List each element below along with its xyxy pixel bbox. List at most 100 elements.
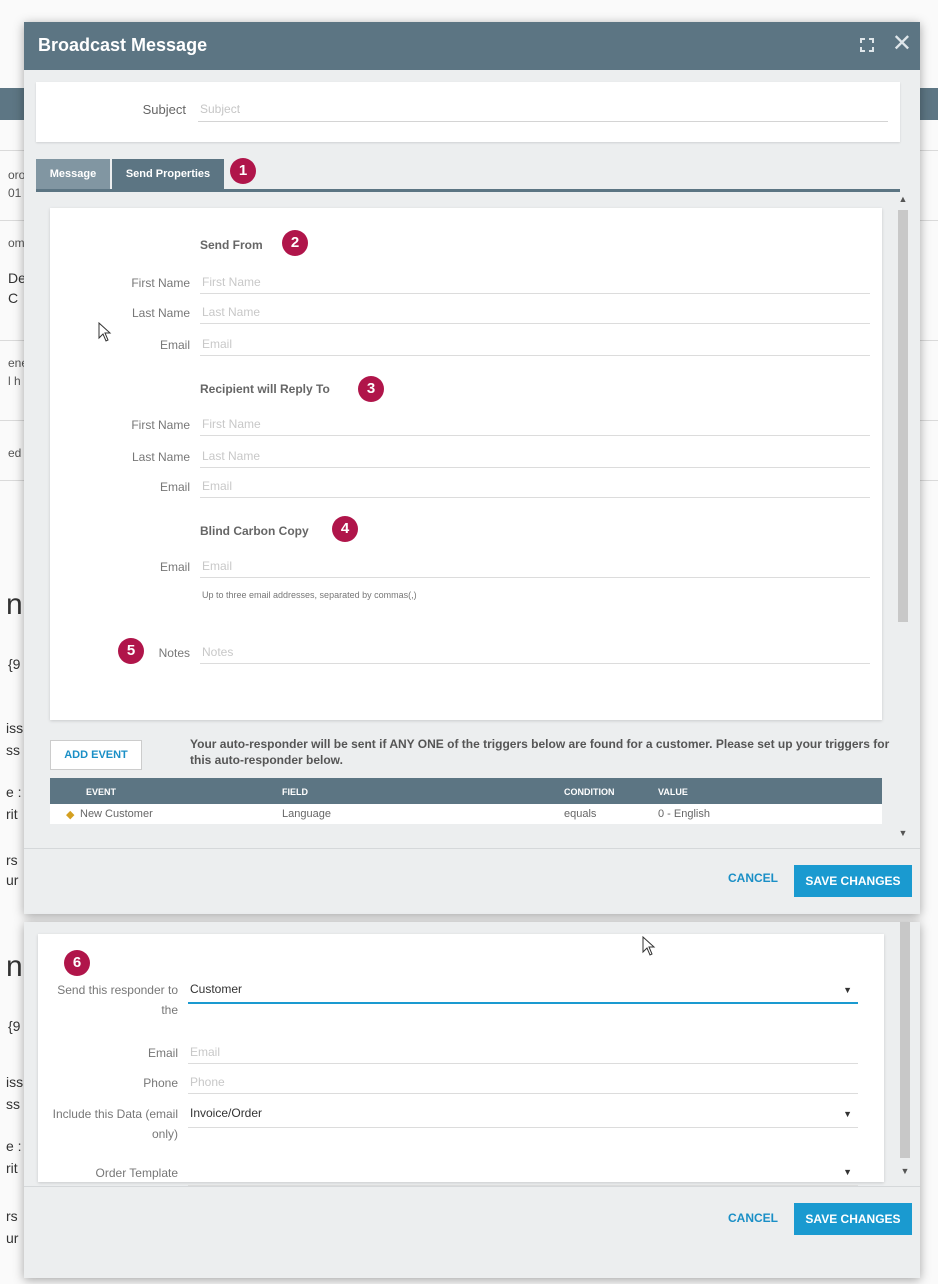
background-text: e : bbox=[6, 1138, 22, 1154]
callout-badge-6: 6 bbox=[64, 950, 90, 976]
subject-input[interactable] bbox=[198, 96, 888, 122]
send-from-last-name-input[interactable] bbox=[200, 300, 870, 324]
subject-card: Subject bbox=[36, 82, 900, 142]
table-cell: Language bbox=[282, 808, 331, 820]
table-row[interactable]: ◆ New Customer Language equals 0 - Engli… bbox=[50, 804, 882, 824]
tab-send-properties[interactable]: Send Properties bbox=[112, 159, 224, 189]
expand-icon[interactable] bbox=[860, 38, 874, 52]
scroll-up-icon[interactable]: ▲ bbox=[896, 194, 910, 208]
subject-label: Subject bbox=[142, 102, 186, 117]
reply-to-first-name-label: First Name bbox=[131, 418, 190, 432]
order-template-label: Order Template bbox=[95, 1166, 178, 1180]
warning-icon: ◆ bbox=[66, 809, 75, 821]
reply-to-email-label: Email bbox=[159, 480, 190, 494]
scroll-clip bbox=[50, 834, 882, 844]
responder-footer: CANCEL SAVE CHANGES bbox=[24, 1186, 920, 1278]
column-header-event: EVENT bbox=[86, 787, 117, 797]
close-icon[interactable]: ✕ bbox=[892, 32, 912, 56]
save-changes-button[interactable]: SAVE CHANGES bbox=[794, 865, 912, 897]
scroll-thumb[interactable] bbox=[898, 210, 908, 622]
background-text: ur bbox=[6, 872, 19, 888]
background-text: ss bbox=[6, 742, 20, 758]
scrollbar[interactable]: ▲ ▼ bbox=[896, 192, 910, 844]
cancel-button[interactable]: CANCEL bbox=[728, 871, 778, 885]
send-from-last-name-label: Last Name bbox=[131, 306, 190, 320]
responder-form: 6 Send this responder to the Customer ▼ … bbox=[38, 934, 884, 1186]
callout-badge-1: 1 bbox=[230, 158, 256, 184]
notes-input[interactable] bbox=[200, 640, 870, 664]
table-cell: 0 - English bbox=[658, 808, 710, 820]
send-to-value: Customer bbox=[190, 982, 243, 996]
background-text: rit bbox=[6, 806, 18, 822]
save-changes-button[interactable]: SAVE CHANGES bbox=[794, 1203, 912, 1235]
dropdown-arrow-icon: ▼ bbox=[843, 1109, 852, 1119]
background-text: {9 bbox=[8, 656, 21, 672]
send-from-heading: Send From bbox=[200, 238, 263, 252]
send-properties-panel: Send From 2 First Name Last Name Email R… bbox=[36, 192, 916, 844]
event-info-text: Your auto-responder will be sent if ANY … bbox=[190, 737, 890, 767]
scroll-thumb[interactable] bbox=[900, 922, 910, 1158]
include-data-select[interactable]: Invoice/Order ▼ bbox=[188, 1102, 858, 1128]
background-text: iss bbox=[6, 1074, 24, 1090]
broadcast-message-modal: Broadcast Message ✕ Subject Message Send… bbox=[24, 22, 920, 914]
order-template-select[interactable]: ▼ bbox=[188, 1160, 858, 1186]
background-text: {9 bbox=[8, 1018, 21, 1034]
cancel-button[interactable]: CANCEL bbox=[728, 1211, 778, 1225]
background-text: 01 bbox=[8, 186, 22, 200]
mouse-pointer-icon bbox=[642, 936, 656, 956]
background-text: n bbox=[6, 950, 23, 983]
responder-phone-label: Phone bbox=[143, 1076, 178, 1090]
callout-badge-2: 2 bbox=[282, 230, 308, 256]
callout-badge-3: 3 bbox=[358, 376, 384, 402]
bcc-email-label: Email bbox=[159, 560, 190, 574]
modal-header: Broadcast Message ✕ bbox=[24, 22, 920, 70]
reply-to-email-input[interactable] bbox=[200, 474, 870, 498]
background-text: ur bbox=[6, 1230, 19, 1246]
responder-phone-input[interactable] bbox=[188, 1070, 858, 1094]
background-text: l h bbox=[8, 374, 21, 388]
include-data-value: Invoice/Order bbox=[190, 1106, 263, 1120]
add-event-button[interactable]: ADD EVENT bbox=[50, 740, 142, 770]
responder-email-label: Email bbox=[147, 1046, 178, 1060]
background-text: oro bbox=[8, 168, 26, 182]
send-to-select[interactable]: Customer ▼ bbox=[188, 978, 858, 1004]
bcc-email-input[interactable] bbox=[200, 554, 870, 578]
send-from-first-name-label: First Name bbox=[131, 276, 190, 290]
mouse-pointer-icon bbox=[98, 322, 112, 342]
tab-message[interactable]: Message bbox=[36, 159, 110, 189]
modal-title: Broadcast Message bbox=[38, 35, 208, 55]
reply-to-last-name-input[interactable] bbox=[200, 444, 870, 468]
send-from-first-name-input[interactable] bbox=[200, 270, 870, 294]
notes-label: Notes bbox=[158, 646, 190, 660]
send-from-email-label: Email bbox=[159, 338, 190, 352]
send-properties-form: Send From 2 First Name Last Name Email R… bbox=[50, 208, 882, 720]
modal-footer: CANCEL SAVE CHANGES bbox=[24, 848, 920, 914]
background-text: rs bbox=[6, 852, 18, 868]
send-to-label: Send this responder to the bbox=[57, 983, 178, 1017]
scrollbar[interactable]: ▼ bbox=[898, 922, 912, 1184]
background-text: ss bbox=[6, 1096, 20, 1112]
bcc-hint: Up to three email addresses, separated b… bbox=[202, 590, 417, 600]
table-cell: New Customer bbox=[80, 808, 153, 820]
reply-to-first-name-input[interactable] bbox=[200, 412, 870, 436]
dropdown-arrow-icon: ▼ bbox=[843, 1167, 852, 1177]
callout-badge-4: 4 bbox=[332, 516, 358, 542]
background-text: om bbox=[8, 236, 25, 250]
bcc-heading: Blind Carbon Copy bbox=[200, 524, 309, 538]
responder-panel: 6 Send this responder to the Customer ▼ … bbox=[24, 922, 920, 1278]
reply-to-heading: Recipient will Reply To bbox=[200, 382, 330, 396]
background-text: iss bbox=[6, 720, 24, 736]
send-from-email-input[interactable] bbox=[200, 332, 870, 356]
scroll-down-icon[interactable]: ▼ bbox=[898, 1166, 912, 1180]
background-text: e : bbox=[6, 784, 22, 800]
background-text: ed bbox=[8, 446, 22, 460]
tab-bar: Message Send Properties 1 bbox=[36, 156, 900, 192]
table-cell: equals bbox=[564, 808, 597, 820]
include-data-label: Include this Data (email only) bbox=[52, 1107, 178, 1141]
scroll-down-icon[interactable]: ▼ bbox=[896, 828, 910, 842]
responder-email-input[interactable] bbox=[188, 1040, 858, 1064]
column-header-condition: CONDITION bbox=[564, 787, 615, 797]
reply-to-last-name-label: Last Name bbox=[131, 450, 190, 464]
background-text: rs bbox=[6, 1208, 18, 1224]
event-table-header: EVENT FIELD CONDITION VALUE bbox=[50, 778, 882, 804]
